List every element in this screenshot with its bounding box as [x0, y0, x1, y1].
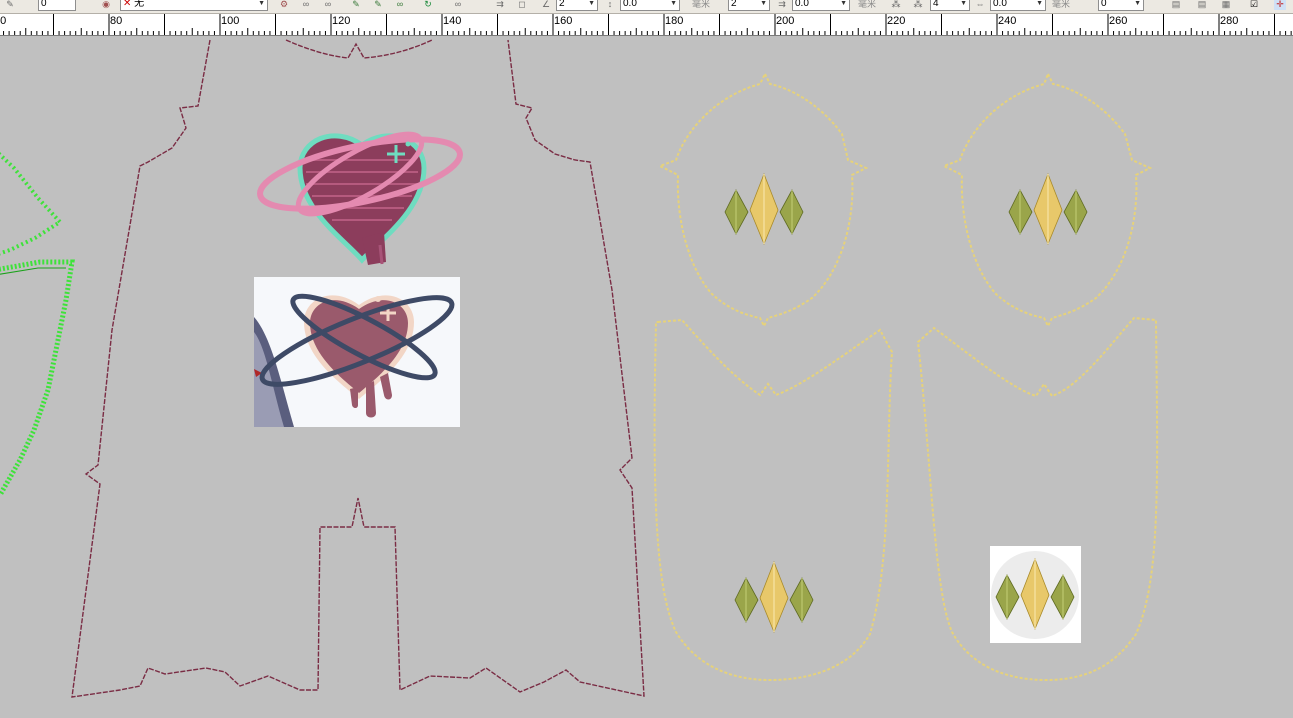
layout-icon[interactable]: ▤ [1170, 0, 1182, 10]
spin-f-input[interactable]: 0.0 ▼ [990, 0, 1046, 11]
stitch-tool-icon[interactable]: ⚙ [278, 0, 290, 10]
canvas-drawing [0, 39, 1159, 698]
ruler-label: 60 [0, 15, 7, 27]
chevron-down-icon: ▼ [960, 0, 967, 7]
chain-2-icon[interactable]: ∞ [322, 0, 334, 10]
neckline [285, 39, 433, 59]
chevron-down-icon: ▼ [840, 0, 847, 7]
layout-2-icon[interactable]: ▤ [1196, 0, 1208, 10]
embroidered-heart[interactable] [254, 120, 465, 265]
spin-c-input[interactable]: 2 ▼ [728, 0, 770, 11]
ruler-label: 100 [221, 15, 240, 27]
field-1-value: 0 [41, 0, 47, 9]
spread-icon[interactable]: ⇔ [974, 0, 986, 10]
spin-g-input[interactable]: 0 ▼ [1098, 0, 1144, 11]
checkbox-icon[interactable]: ☑ [1248, 0, 1260, 10]
heart-artwork-icon [254, 277, 460, 427]
toolbar: ✎ 0 ◉ ✕ 无 ▼ ⚙ ∞ ∞ ✎ ✎ ∞ ↻ ∞ ⇉ ◻ ∠ 2 ▼ ↕ … [0, 0, 1293, 14]
ruler-label: 260 [1109, 15, 1128, 27]
ruler-label: 140 [443, 15, 462, 27]
link-icon[interactable]: ∞ [394, 0, 406, 10]
layout-3-icon[interactable]: ▦ [1220, 0, 1232, 10]
refresh-icon[interactable]: ↻ [422, 0, 434, 10]
spike-reference-image[interactable] [990, 546, 1081, 643]
density-icon[interactable]: ⇉ [776, 0, 788, 10]
chevron-down-icon: ▼ [258, 0, 265, 7]
color-select-value: 无 [134, 0, 145, 9]
chevron-down-icon: ▼ [670, 0, 677, 7]
color-select[interactable]: ✕ 无 ▼ [120, 0, 268, 11]
pen-icon[interactable]: ✎ [4, 0, 16, 10]
chevron-down-icon: ▼ [588, 0, 595, 7]
spin-d-input[interactable]: 0.0 ▼ [792, 0, 850, 11]
crosshair-icon[interactable]: ✛ [1274, 0, 1286, 10]
gold-top-left-piece[interactable] [657, 71, 869, 329]
step-icon[interactable]: ↕ [604, 0, 616, 10]
spin-f-value: 0.0 [993, 0, 1007, 9]
gold-top-right-piece[interactable] [941, 71, 1153, 329]
scatter-2-icon[interactable]: ⁂ [912, 0, 924, 10]
palette-icon[interactable]: ◉ [100, 0, 112, 10]
horizontal-ruler: 60 80 100 120 140 160 180 200 220 240 26… [0, 14, 1293, 36]
spin-e-value: 4 [933, 0, 939, 9]
unit-1-label: 毫米 [692, 0, 711, 9]
ruler-label: 180 [665, 15, 684, 27]
spin-d-value: 0.0 [795, 0, 809, 9]
chain-icon[interactable]: ∞ [300, 0, 312, 10]
field-1-input[interactable]: 0 [38, 0, 76, 11]
no-color-icon: ✕ [123, 0, 132, 9]
ruler-label: 280 [1220, 15, 1239, 27]
chevron-down-icon: ▼ [1134, 0, 1141, 7]
node-icon[interactable]: ✎ [350, 0, 362, 10]
spin-e-input[interactable]: 4 ▼ [930, 0, 970, 11]
ruler-label: 160 [554, 15, 573, 27]
scatter-icon[interactable]: ⁂ [890, 0, 902, 10]
design-canvas[interactable] [0, 36, 1293, 718]
spin-g-value: 0 [1101, 0, 1107, 9]
link-3-icon[interactable]: ∞ [452, 0, 464, 10]
ruler-label: 200 [776, 15, 795, 27]
chevron-down-icon: ▼ [760, 0, 767, 7]
spin-a-value: 2 [559, 0, 565, 9]
spin-c-value: 2 [731, 0, 737, 9]
green-stitch-shape[interactable] [0, 150, 75, 497]
ruler-label: 80 [110, 15, 123, 27]
unit-2-label: 毫米 [858, 0, 877, 9]
spin-b-value: 0.0 [623, 0, 637, 9]
arrows-icon[interactable]: ⇉ [494, 0, 506, 10]
square-icon[interactable]: ◻ [516, 0, 528, 10]
chevron-down-icon: ▼ [1036, 0, 1043, 7]
ruler-label: 120 [332, 15, 351, 27]
heart-reference-image[interactable] [254, 277, 460, 427]
angle-icon[interactable]: ∠ [540, 0, 552, 10]
spin-a-input[interactable]: 2 ▼ [556, 0, 598, 11]
ruler-ticks [3, 14, 1292, 35]
unit-3-label: 毫米 [1052, 0, 1071, 9]
ruler-label: 220 [887, 15, 906, 27]
spin-b-input[interactable]: 0.0 ▼ [620, 0, 680, 11]
node-2-icon[interactable]: ✎ [372, 0, 384, 10]
gold-bottom-left-piece[interactable] [653, 318, 894, 682]
spike-artwork-icon [990, 546, 1081, 643]
ruler-label: 240 [998, 15, 1017, 27]
